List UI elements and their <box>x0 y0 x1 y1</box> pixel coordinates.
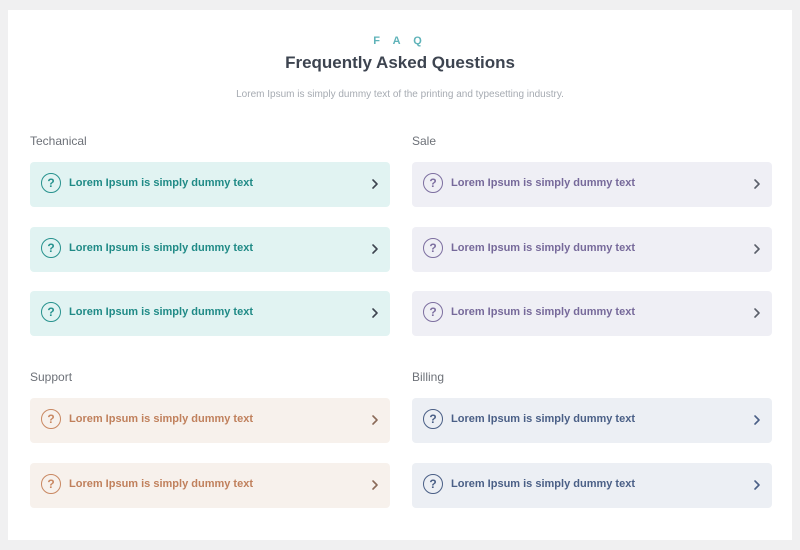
chevron-right-icon <box>370 478 380 492</box>
chevron-right-icon <box>752 413 762 427</box>
faq-question-text: Lorem Ipsum is simply dummy text <box>451 306 635 318</box>
faq-question-text: Lorem Ipsum is simply dummy text <box>69 478 253 490</box>
page-title: Frequently Asked Questions <box>285 53 515 72</box>
faq-item-sale-1[interactable]: ? Lorem Ipsum is simply dummy text <box>412 162 772 207</box>
question-icon: ? <box>41 474 61 494</box>
group-label-support: Support <box>30 370 73 384</box>
faq-item-billing-2[interactable]: ? Lorem Ipsum is simply dummy text <box>412 463 772 508</box>
chevron-right-icon <box>370 177 380 191</box>
faq-question-text: Lorem Ipsum is simply dummy text <box>451 242 635 254</box>
faq-item-billing-1[interactable]: ? Lorem Ipsum is simply dummy text <box>412 398 772 443</box>
faq-item-support-2[interactable]: ? Lorem Ipsum is simply dummy text <box>30 463 390 508</box>
question-icon: ? <box>423 238 443 258</box>
faq-question-text: Lorem Ipsum is simply dummy text <box>69 242 253 254</box>
chevron-right-icon <box>370 306 380 320</box>
faq-question-text: Lorem Ipsum is simply dummy text <box>69 177 253 189</box>
faq-item-technical-2[interactable]: ? Lorem Ipsum is simply dummy text <box>30 227 390 272</box>
chevron-right-icon <box>370 413 380 427</box>
chevron-right-icon <box>752 177 762 191</box>
faq-item-technical-1[interactable]: ? Lorem Ipsum is simply dummy text <box>30 162 390 207</box>
faq-question-text: Lorem Ipsum is simply dummy text <box>69 306 253 318</box>
chevron-right-icon <box>752 306 762 320</box>
question-icon: ? <box>423 173 443 193</box>
faq-item-sale-3[interactable]: ? Lorem Ipsum is simply dummy text <box>412 291 772 336</box>
faq-question-text: Lorem Ipsum is simply dummy text <box>69 413 253 425</box>
faq-question-text: Lorem Ipsum is simply dummy text <box>451 478 635 490</box>
faq-question-text: Lorem Ipsum is simply dummy text <box>451 413 635 425</box>
faq-item-support-1[interactable]: ? Lorem Ipsum is simply dummy text <box>30 398 390 443</box>
question-icon: ? <box>41 238 61 258</box>
question-icon: ? <box>423 474 443 494</box>
question-icon: ? <box>423 302 443 322</box>
group-label-billing: Billing <box>412 370 445 384</box>
question-icon: ? <box>423 409 443 429</box>
faq-question-text: Lorem Ipsum is simply dummy text <box>451 177 635 189</box>
chevron-right-icon <box>752 478 762 492</box>
faq-item-technical-3[interactable]: ? Lorem Ipsum is simply dummy text <box>30 291 390 336</box>
faq-eyebrow: F A Q <box>373 35 427 47</box>
page-subtitle: Lorem Ipsum is simply dummy text of the … <box>236 89 564 100</box>
question-icon: ? <box>41 302 61 322</box>
question-icon: ? <box>41 173 61 193</box>
group-label-sale: Sale <box>412 134 437 148</box>
question-icon: ? <box>41 409 61 429</box>
group-label-technical: Techanical <box>30 134 87 148</box>
chevron-right-icon <box>370 242 380 256</box>
faq-item-sale-2[interactable]: ? Lorem Ipsum is simply dummy text <box>412 227 772 272</box>
chevron-right-icon <box>752 242 762 256</box>
